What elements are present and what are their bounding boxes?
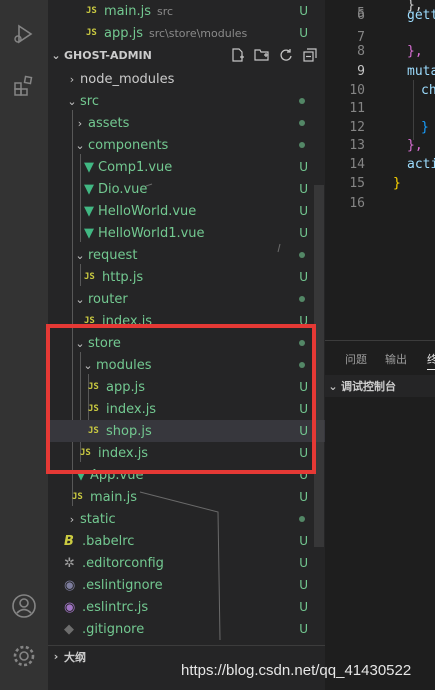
line-number: 16: [349, 196, 365, 211]
code-line: },: [407, 44, 423, 59]
tab-problems[interactable]: 问题: [345, 351, 367, 367]
watermark-text: https://blog.csdn.net/qq_41430522: [181, 662, 412, 679]
code-line: }: [393, 176, 401, 191]
code-line: muta: [407, 64, 435, 79]
tab-output[interactable]: 输出: [385, 351, 407, 367]
line-number: 15: [349, 176, 365, 191]
code-line: acti: [407, 157, 435, 172]
line-number: 8: [357, 44, 365, 59]
extensions-icon[interactable]: [8, 70, 40, 102]
account-icon[interactable]: [8, 590, 40, 622]
code-line: },: [407, 138, 423, 153]
line-number: 10: [349, 83, 365, 98]
code-editor[interactable]: 5 }, 6 gett 7 8 }, 9 muta 10 ch 11 12 13…: [325, 0, 435, 340]
line-number: 6: [357, 8, 365, 23]
chevron-down-icon: ⌄: [328, 379, 338, 393]
line-number: 9: [357, 64, 365, 79]
code-line: ch: [421, 83, 435, 98]
line-number: 7: [357, 30, 365, 45]
code-line: gett: [407, 8, 435, 23]
debug-console-header[interactable]: ⌄ 调试控制台: [325, 375, 435, 397]
run-debug-icon[interactable]: [8, 18, 40, 50]
line-number: 14: [349, 157, 365, 172]
explorer-sidebar: JS main.js src U JS app.js src\store\mod…: [48, 0, 325, 690]
debug-console-label: 调试控制台: [341, 380, 396, 393]
code-line: }: [421, 120, 429, 135]
annotation-strokes: [139, 183, 281, 641]
bottom-panel: 问题 输出 终 ⌄ 调试控制台: [325, 340, 435, 690]
line-number: 11: [349, 101, 365, 116]
line-number: 12: [349, 120, 365, 135]
tab-terminal[interactable]: 终: [427, 351, 435, 370]
indent-guide: [413, 80, 414, 140]
manage-gear-icon[interactable]: [8, 640, 40, 672]
activity-bar: [0, 0, 48, 690]
line-number: 13: [349, 138, 365, 153]
